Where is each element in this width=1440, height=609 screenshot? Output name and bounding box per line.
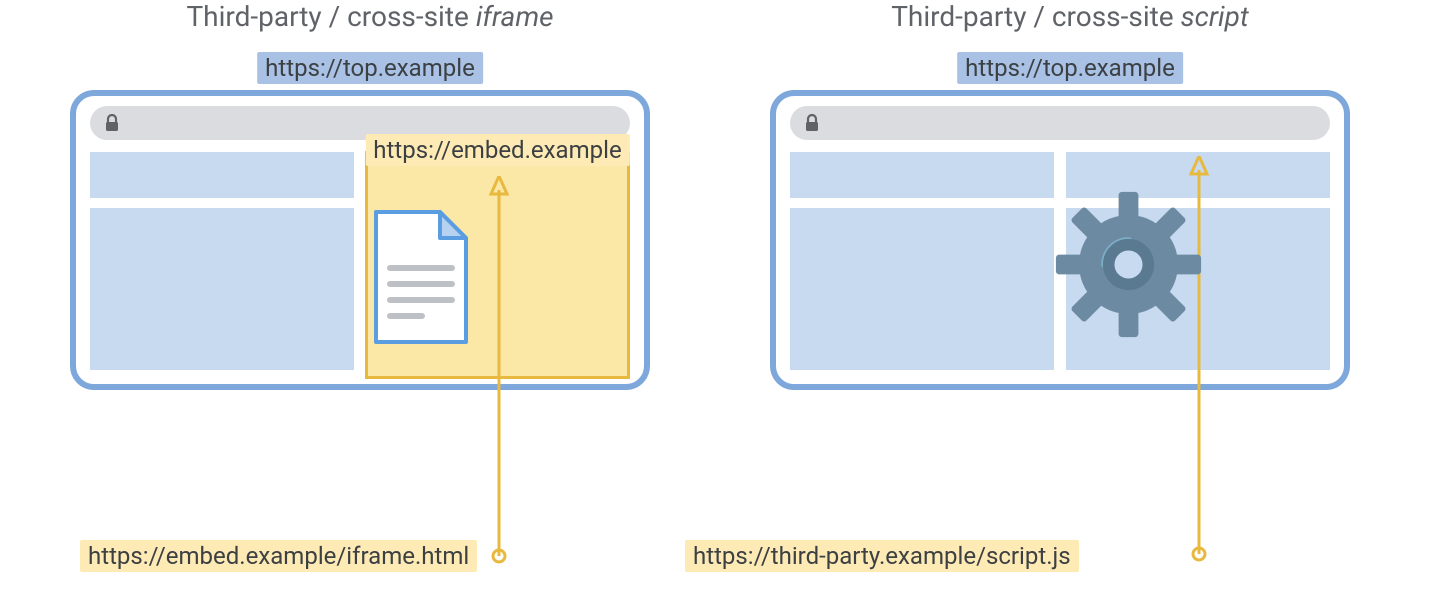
browser-window: https://embed.example bbox=[70, 90, 650, 390]
gear-icon bbox=[1046, 182, 1211, 347]
pane-header bbox=[90, 152, 354, 198]
browser-window bbox=[770, 90, 1350, 390]
embed-url-badge: https://embed.example bbox=[365, 134, 629, 166]
title-em: iframe bbox=[476, 0, 554, 33]
top-url-badge: https://top.example bbox=[257, 52, 483, 84]
address-bar bbox=[790, 106, 1330, 140]
lock-icon bbox=[804, 114, 820, 132]
lock-icon bbox=[104, 114, 120, 132]
pane-left bbox=[90, 152, 354, 370]
panel-script: Third-party / cross-site script https://… bbox=[770, 0, 1370, 41]
bottom-url-row: https://embed.example/iframe.html bbox=[80, 540, 477, 572]
iframe-source-url: https://embed.example/iframe.html bbox=[80, 540, 477, 572]
bottom-url-row: https://third-party.example/script.js bbox=[685, 540, 1079, 572]
panel-title: Third-party / cross-site script bbox=[770, 0, 1370, 33]
pane-left bbox=[790, 152, 1054, 370]
pane-header bbox=[790, 152, 1054, 198]
top-url-badge: https://top.example bbox=[957, 52, 1183, 84]
document-icon bbox=[366, 208, 476, 348]
panel-title: Third-party / cross-site iframe bbox=[70, 0, 670, 33]
pane-body bbox=[90, 208, 354, 370]
panel-iframe: Third-party / cross-site iframe https://… bbox=[70, 0, 670, 41]
arrow-icon bbox=[474, 176, 524, 566]
title-text: Third-party / cross-site bbox=[186, 0, 475, 33]
pane-body bbox=[790, 208, 1054, 370]
title-em: script bbox=[1181, 0, 1249, 33]
script-source-url: https://third-party.example/script.js bbox=[685, 540, 1079, 572]
title-text: Third-party / cross-site bbox=[891, 0, 1180, 33]
